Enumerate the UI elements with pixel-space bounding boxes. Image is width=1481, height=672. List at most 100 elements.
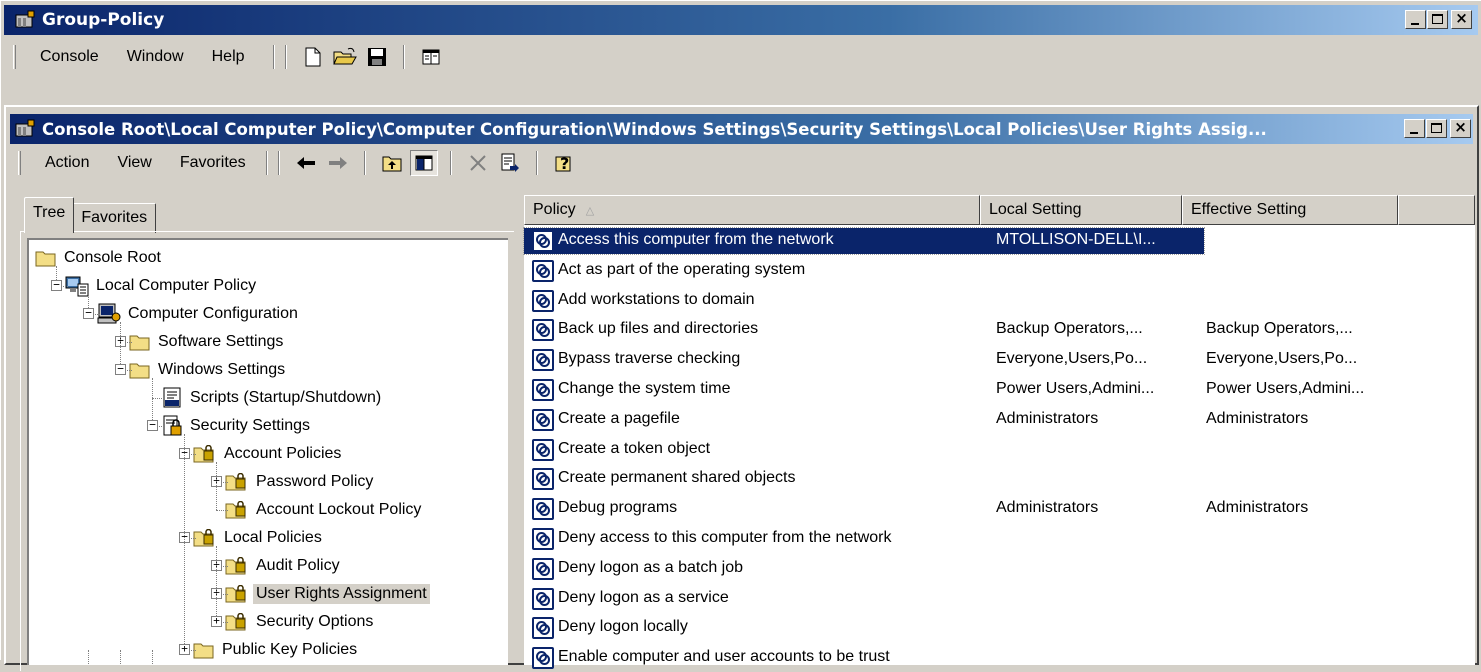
new-console-button[interactable] bbox=[299, 44, 327, 70]
menubar-grip[interactable] bbox=[18, 151, 21, 175]
list-row[interactable]: Add workstations to domain bbox=[524, 287, 1475, 315]
policy-computer-icon bbox=[65, 275, 89, 297]
expand-icon[interactable]: + bbox=[211, 615, 222, 627]
back-button[interactable] bbox=[292, 150, 320, 176]
help-button[interactable]: ? bbox=[550, 150, 578, 176]
outer-title-bar[interactable]: Group-Policy × bbox=[4, 5, 1478, 35]
menu-help[interactable]: Help bbox=[198, 46, 259, 68]
list-row[interactable]: Enable computer and user accounts to be … bbox=[524, 644, 1475, 672]
inner-title-bar[interactable]: Console Root\Local Computer Policy\Compu… bbox=[10, 114, 1473, 144]
cell-local: Administrators bbox=[996, 499, 1099, 517]
delete-button[interactable] bbox=[464, 150, 492, 176]
column-header-effective-setting[interactable]: Effective Setting bbox=[1182, 195, 1398, 225]
lock-folder-icon bbox=[225, 585, 249, 603]
save-console-button[interactable] bbox=[363, 44, 391, 70]
tree-node[interactable]: Local Computer Policy bbox=[65, 272, 259, 300]
tree-node-label: Software Settings bbox=[158, 333, 284, 350]
tree-node[interactable]: User Rights Assignment bbox=[225, 580, 430, 608]
console-root-icon bbox=[14, 118, 36, 140]
tab-favorites[interactable]: Favorites bbox=[72, 203, 157, 233]
collapse-icon[interactable]: − bbox=[115, 363, 126, 375]
inner-window-title: Console Root\Local Computer Policy\Compu… bbox=[42, 119, 1267, 139]
outer-window-controls: × bbox=[1404, 9, 1472, 29]
list-row[interactable]: Deny logon as a batch job bbox=[524, 555, 1475, 583]
list-row[interactable]: Create permanent shared objects bbox=[524, 465, 1475, 493]
list-row[interactable]: Create a token object bbox=[524, 436, 1475, 464]
tree-frame: Console Root Local Computer Policy − Comput… bbox=[20, 231, 514, 671]
tree-node-label: Security Options bbox=[256, 613, 374, 630]
menu-view[interactable]: View bbox=[103, 152, 165, 174]
up-folder-icon bbox=[382, 156, 402, 172]
collapse-icon[interactable]: − bbox=[83, 307, 94, 319]
outer-maximize-button[interactable] bbox=[1427, 10, 1448, 29]
cell-policy: Back up files and directories bbox=[558, 320, 759, 338]
inner-minimize-button[interactable] bbox=[1404, 119, 1425, 138]
export-list-button[interactable] bbox=[496, 150, 524, 176]
script-icon bbox=[161, 387, 183, 409]
cell-effective: Power Users,Admini... bbox=[1206, 380, 1365, 397]
inner-close-button[interactable]: × bbox=[1450, 118, 1471, 138]
toolbar-separator bbox=[284, 45, 287, 69]
menubar-grip[interactable] bbox=[13, 45, 16, 69]
cell-policy: Deny access to this computer from the ne… bbox=[558, 529, 892, 546]
show-hide-tree-button[interactable] bbox=[409, 150, 438, 176]
tree-node[interactable]: Security Options bbox=[225, 608, 376, 636]
toolbar-separator bbox=[363, 151, 366, 175]
tree-node[interactable]: Computer Configuration bbox=[97, 300, 301, 328]
tree-node[interactable]: Local Policies bbox=[193, 524, 325, 552]
cell-effective: Administrators bbox=[1206, 409, 1309, 427]
menu-window[interactable]: Window bbox=[113, 46, 198, 68]
list-row[interactable]: Bypass traverse checking Everyone,Users,P… bbox=[524, 346, 1475, 374]
tree-node[interactable]: Software Settings bbox=[129, 328, 286, 356]
toolbar-separator bbox=[265, 151, 268, 175]
list-row[interactable]: Deny logon locally bbox=[524, 614, 1475, 642]
result-list-pane: Policy △ Local Setting Effective Setting … bbox=[523, 195, 1475, 670]
list-row[interactable]: Back up files and directories Backup Oper… bbox=[524, 316, 1475, 344]
menu-favorites[interactable]: Favorites bbox=[166, 152, 260, 174]
column-header-local-setting[interactable]: Local Setting bbox=[980, 195, 1182, 225]
tree-node[interactable]: Account Lockout Policy bbox=[225, 496, 424, 524]
column-header-policy[interactable]: Policy △ bbox=[524, 195, 980, 225]
list-row[interactable]: Create a pagefile Administrators Administr… bbox=[524, 406, 1475, 434]
outer-close-button[interactable]: × bbox=[1451, 9, 1472, 29]
cell-effective: Everyone,Users,Po... bbox=[1206, 350, 1358, 368]
cell-effective: Administrators bbox=[1206, 499, 1309, 517]
menu-console[interactable]: Console bbox=[26, 46, 113, 68]
list-row[interactable]: Act as part of the operating system bbox=[524, 257, 1475, 285]
menu-action[interactable]: Action bbox=[31, 152, 103, 174]
list-row[interactable]: Access this computer from the network MTO… bbox=[523, 227, 1475, 255]
list-header: Policy △ Local Setting Effective Setting bbox=[524, 195, 1475, 225]
toolbar-separator bbox=[272, 45, 275, 69]
tree-node[interactable]: Scripts (Startup/Shutdown) bbox=[161, 384, 384, 412]
outer-minimize-button[interactable] bbox=[1405, 10, 1426, 29]
new-document-icon bbox=[305, 47, 321, 67]
inner-maximize-button[interactable] bbox=[1426, 119, 1447, 138]
open-console-button[interactable] bbox=[331, 44, 359, 70]
list-row[interactable]: Change the system time Power Users,Admini… bbox=[524, 376, 1475, 404]
collapse-icon[interactable]: − bbox=[147, 419, 158, 431]
new-window-button[interactable] bbox=[417, 44, 445, 70]
tree-node[interactable]: Audit Policy bbox=[225, 552, 343, 580]
up-one-level-button[interactable] bbox=[378, 150, 406, 176]
lock-folder-icon bbox=[225, 473, 249, 491]
group-policy-window: Group-Policy × Console Window Help Conso… bbox=[0, 0, 1481, 671]
tree-node-label: Public Key Policies bbox=[222, 641, 358, 658]
svg-text:?: ? bbox=[560, 154, 569, 173]
list-row[interactable]: Deny logon as a service bbox=[524, 585, 1475, 613]
cell-local: MTOLLISON-DELL\I... bbox=[996, 231, 1156, 248]
tree-connector bbox=[184, 434, 185, 650]
list-row[interactable]: Deny access to this computer from the ne… bbox=[524, 525, 1475, 553]
tree-node[interactable]: Console Root bbox=[35, 244, 164, 272]
console-tree: Console Root Local Computer Policy − Comput… bbox=[27, 238, 508, 665]
list-row[interactable]: Debug programs Administrators Administrato… bbox=[524, 495, 1475, 523]
tree-connector bbox=[216, 510, 228, 511]
tab-tree[interactable]: Tree bbox=[24, 197, 75, 233]
collapse-icon[interactable]: − bbox=[51, 279, 62, 291]
cell-local: Everyone,Users,Po... bbox=[996, 350, 1148, 368]
back-arrow-icon bbox=[296, 157, 315, 169]
tree-node[interactable]: Password Policy bbox=[225, 468, 376, 496]
expand-icon[interactable]: + bbox=[179, 643, 190, 655]
policy-icon bbox=[532, 617, 554, 640]
tree-connector bbox=[152, 650, 153, 665]
forward-button[interactable] bbox=[324, 150, 352, 176]
